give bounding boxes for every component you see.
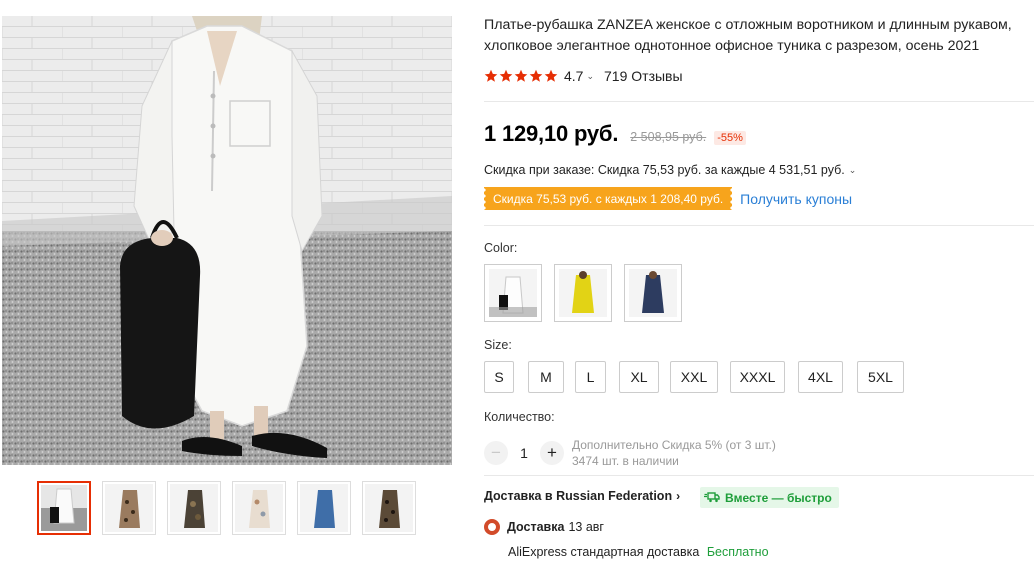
star-icon — [544, 69, 558, 82]
thumbnail-image — [41, 485, 87, 531]
star-icon — [529, 69, 543, 82]
chevron-right-icon: › — [676, 489, 681, 503]
quantity-info: Дополнительно Скидка 5% (от 3 шт.) 3474 … — [572, 437, 776, 469]
delivery-carrier: AliExpress стандартная доставка — [508, 545, 700, 559]
size-option-xxl[interactable]: XXL — [670, 361, 718, 393]
divider — [484, 101, 1034, 102]
size-option-s[interactable]: S — [484, 361, 514, 393]
original-price: 2 508,95 руб. — [630, 130, 707, 144]
color-option-white[interactable] — [484, 264, 542, 322]
quantity-stepper: − 1 + Дополнительно Скидка 5% (от 3 шт.)… — [484, 437, 776, 469]
color-swatch-image — [559, 269, 607, 317]
size-option-xl[interactable]: XL — [619, 361, 659, 393]
reviews-count[interactable]: 719 Отзывы — [604, 68, 683, 84]
delivery-details: AliExpress стандартная доставка Бесплатн… — [508, 545, 769, 559]
divider — [484, 475, 1034, 476]
divider — [484, 225, 1034, 226]
thumbnail-image — [365, 484, 413, 532]
rating-stars — [484, 69, 558, 83]
shipping-destination[interactable]: Доставка в Russian Federation › — [484, 489, 680, 503]
stock-text: 3474 шт. в наличии — [572, 454, 679, 468]
decrease-quantity-button[interactable]: − — [484, 441, 508, 465]
color-option-yellow[interactable] — [554, 264, 612, 322]
discount-badge: -55% — [714, 131, 746, 145]
delivery-option[interactable]: Доставка 13 авг — [484, 519, 604, 535]
fast-delivery-text: Вместе — быстро — [725, 490, 832, 505]
size-option-xxxl[interactable]: XXXL — [730, 361, 785, 393]
thumbnail-image — [300, 484, 348, 532]
quantity-value[interactable]: 1 — [508, 445, 540, 461]
thumbnail-strip — [37, 481, 417, 535]
order-discount[interactable]: Скидка при заказе: Скидка 75,53 руб. за … — [484, 163, 856, 177]
size-option-m[interactable]: M — [528, 361, 564, 393]
thumbnail-image — [235, 484, 283, 532]
extra-discount-text: Дополнительно Скидка 5% (от 3 шт.) — [572, 438, 776, 452]
size-label: Size: — [484, 338, 512, 352]
thumbnail-image — [105, 484, 153, 532]
coupon-row: Скидка 75,53 руб. с каждых 1 208,40 руб.… — [484, 187, 852, 210]
size-option-4xl[interactable]: 4XL — [798, 361, 843, 393]
get-coupons-link[interactable]: Получить купоны — [740, 191, 852, 207]
product-title: Платье-рубашка ZANZEA женское с отложным… — [484, 17, 1012, 54]
thumbnail-6[interactable] — [362, 481, 416, 535]
current-price: 1 129,10 руб. — [484, 121, 619, 146]
size-option-l[interactable]: L — [575, 361, 606, 393]
color-label: Color: — [484, 241, 518, 255]
delivery-label: Доставка — [507, 520, 565, 534]
radio-selected-icon[interactable] — [484, 519, 500, 535]
color-swatch-image — [489, 269, 537, 317]
truck-icon — [704, 492, 720, 503]
color-swatch-image — [629, 269, 677, 317]
color-option-navy[interactable] — [624, 264, 682, 322]
thumbnail-image — [170, 484, 218, 532]
increase-quantity-button[interactable]: + — [540, 441, 564, 465]
star-icon — [514, 69, 528, 82]
main-product-image[interactable] — [2, 16, 452, 465]
rating-value: 4.7 — [564, 68, 584, 84]
thumbnail-5[interactable] — [297, 481, 351, 535]
thumbnail-1[interactable] — [37, 481, 91, 535]
shipping-destination-text: Доставка в Russian Federation — [484, 489, 673, 503]
order-discount-text: Скидка при заказе: Скидка 75,53 руб. за … — [484, 163, 845, 177]
rating-row: 4.7 ⌄ 719 Отзывы — [484, 67, 683, 85]
coupon-tag: Скидка 75,53 руб. с каждых 1 208,40 руб. — [484, 187, 733, 210]
price-row: 1 129,10 руб. 2 508,95 руб. -55% — [484, 121, 746, 147]
chevron-down-icon: ⌄ — [848, 164, 857, 175]
star-icon — [499, 69, 513, 82]
thumbnail-2[interactable] — [102, 481, 156, 535]
delivery-date: 13 авг — [568, 520, 604, 534]
chevron-down-icon: ⌄ — [586, 70, 595, 81]
delivery-cost: Бесплатно — [706, 545, 769, 559]
star-icon — [484, 69, 498, 82]
fast-delivery-badge: Вместе — быстро — [700, 487, 839, 508]
thumbnail-4[interactable] — [232, 481, 286, 535]
quantity-label: Количество: — [484, 410, 555, 424]
rating-dropdown[interactable]: 4.7 ⌄ — [564, 68, 594, 84]
size-option-5xl[interactable]: 5XL — [857, 361, 904, 393]
thumbnail-3[interactable] — [167, 481, 221, 535]
